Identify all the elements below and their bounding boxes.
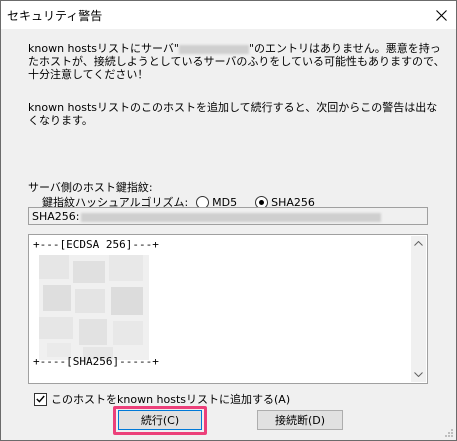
warning-text-1a: known hostsリストにサーバ" <box>28 42 179 55</box>
add-to-known-hosts-label[interactable]: このホストをknown hostsリストに追加する(A) <box>51 391 290 407</box>
check-icon <box>36 395 45 403</box>
dialog-title: セキュリティ警告 <box>7 9 103 23</box>
randomart-box[interactable]: +---[ECDSA 256]---+ +----[SHA256]-----+ <box>28 234 428 384</box>
masked-hostname <box>178 44 249 54</box>
host-key-fingerprint-label: サーバ側のホスト鍵指紋: <box>28 181 153 194</box>
resize-grip-icon[interactable] <box>444 428 454 438</box>
chevron-up-icon <box>414 241 423 246</box>
warning-text-1b: "のエントリはありません。悪意を持っ <box>248 42 441 55</box>
chevron-down-icon <box>414 372 423 377</box>
randomart-bottom-border: +----[SHA256]-----+ <box>33 355 159 368</box>
continue-button-highlight <box>113 406 207 435</box>
close-button[interactable] <box>426 1 456 29</box>
scroll-up-arrow[interactable] <box>411 236 426 251</box>
randomart-scrollbar[interactable] <box>411 236 426 382</box>
scroll-down-arrow[interactable] <box>411 367 426 382</box>
info-message-line-2: くなります。 <box>28 114 93 127</box>
fingerprint-field[interactable]: SHA256: <box>28 207 428 225</box>
masked-fingerprint <box>81 212 382 222</box>
close-icon <box>435 9 447 21</box>
disconnect-button[interactable]: 接続断(D) <box>257 410 343 430</box>
add-to-known-hosts-checkbox[interactable] <box>34 392 47 406</box>
info-message-line-1: known hostsリストのこのホストを追加して続行すると、次回からこの警告は… <box>28 101 438 114</box>
add-to-known-hosts-row[interactable]: このホストをknown hostsリストに追加する(A) <box>34 391 290 407</box>
warning-message-line-2: たホストが、接続しようとしているサーバのふりをしている可能性もありますので、 <box>28 55 445 68</box>
randomart-image <box>39 255 149 360</box>
warning-message-line-3: 十分注意してください！ <box>28 68 149 81</box>
randomart-top-border: +---[ECDSA 256]---+ <box>33 238 159 251</box>
fingerprint-prefix: SHA256: <box>32 210 80 223</box>
security-warning-dialog: セキュリティ警告 known hostsリストにサーバ" "のエントリはありません… <box>0 0 457 441</box>
warning-message-line-1: known hostsリストにサーバ" "のエントリはありません。悪意を持っ <box>28 42 441 55</box>
title-bar: セキュリティ警告 <box>1 1 456 29</box>
